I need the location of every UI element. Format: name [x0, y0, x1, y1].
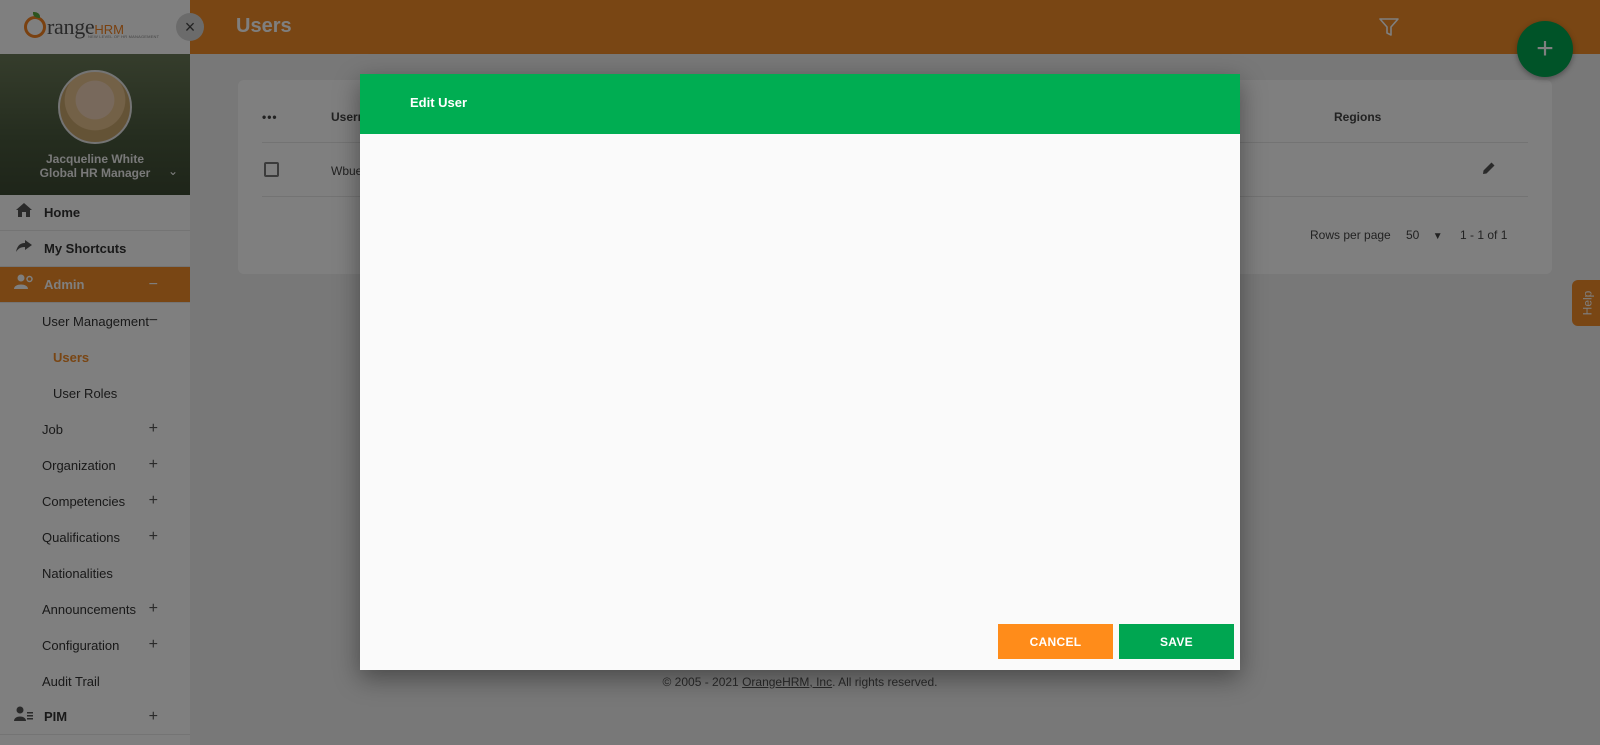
save-button[interactable]: SAVE	[1119, 624, 1234, 659]
dialog-header: Edit User	[360, 74, 1240, 134]
cancel-button[interactable]: CANCEL	[998, 624, 1113, 659]
edit-user-dialog: Edit User CANCEL SAVE	[360, 74, 1240, 670]
dialog-title: Edit User	[410, 95, 468, 110]
